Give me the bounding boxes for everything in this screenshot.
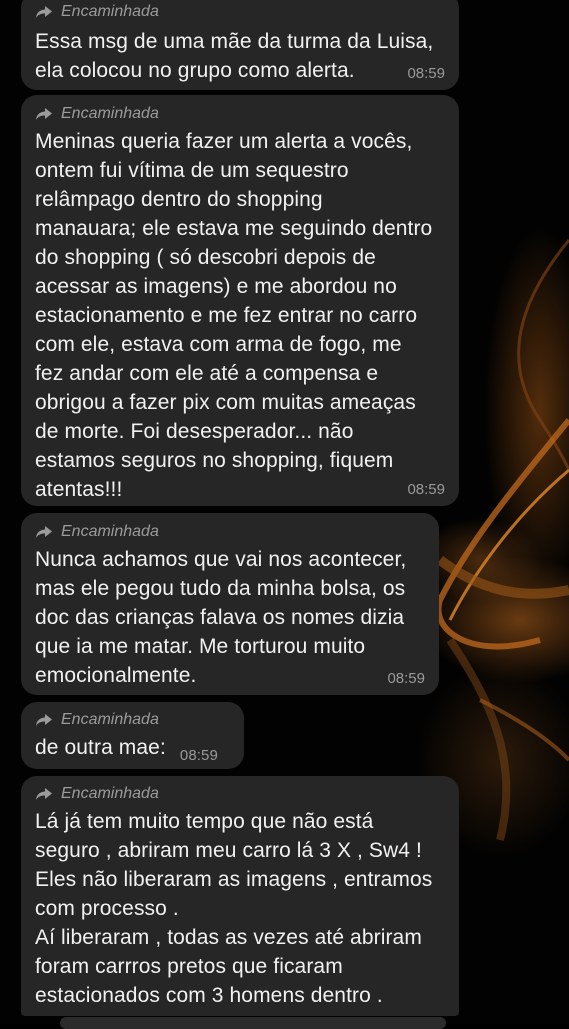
message-timestamp: 08:59 [387, 670, 425, 687]
forward-arrow-icon [36, 6, 52, 18]
message-text: Meninas queria fazer um alerta a vocês, … [35, 130, 433, 501]
message-bubble[interactable]: Encaminhada Lá já tem muito tempo que nã… [21, 776, 459, 1016]
message-timestamp: 08:59 [179, 747, 218, 764]
forwarded-label: Encaminhada [35, 102, 445, 126]
message-bubble[interactable]: Encaminhada Essa msg de uma mãe da turma… [21, 0, 459, 90]
message-bubble[interactable]: Encaminhada de outra mae: 08:59 [21, 702, 244, 769]
forwarded-label: Encaminhada [35, 520, 425, 544]
forward-arrow-icon [36, 788, 52, 800]
message-text: Nunca achamos que vai nos acontecer, mas… [35, 548, 407, 687]
message-text: de outra mae: [35, 736, 166, 759]
forwarded-label: Encaminhada [35, 0, 445, 24]
forwarded-text: Encaminhada [61, 3, 159, 20]
forwarded-text: Encaminhada [61, 785, 159, 802]
forwarded-text: Encaminhada [61, 523, 159, 540]
forward-arrow-icon [36, 108, 52, 120]
forwarded-label: Encaminhada [35, 782, 445, 806]
forward-arrow-icon [36, 526, 52, 538]
next-message-edge [60, 1017, 446, 1029]
message-text: Essa msg de uma mãe da turma da Luisa, e… [35, 30, 434, 82]
message-timestamp: 08:59 [407, 481, 445, 498]
forwarded-text: Encaminhada [61, 711, 159, 728]
message-text: Lá já tem muito tempo que não está segur… [35, 810, 433, 1007]
forward-arrow-icon [36, 714, 52, 726]
message-bubble[interactable]: Encaminhada Nunca achamos que vai nos ac… [21, 513, 439, 695]
forwarded-label: Encaminhada [35, 708, 230, 732]
message-bubble[interactable]: Encaminhada Meninas queria fazer um aler… [21, 95, 459, 506]
message-text-row: de outra mae: 08:59 [35, 733, 230, 764]
forwarded-text: Encaminhada [61, 105, 159, 122]
message-timestamp: 08:59 [407, 65, 445, 82]
